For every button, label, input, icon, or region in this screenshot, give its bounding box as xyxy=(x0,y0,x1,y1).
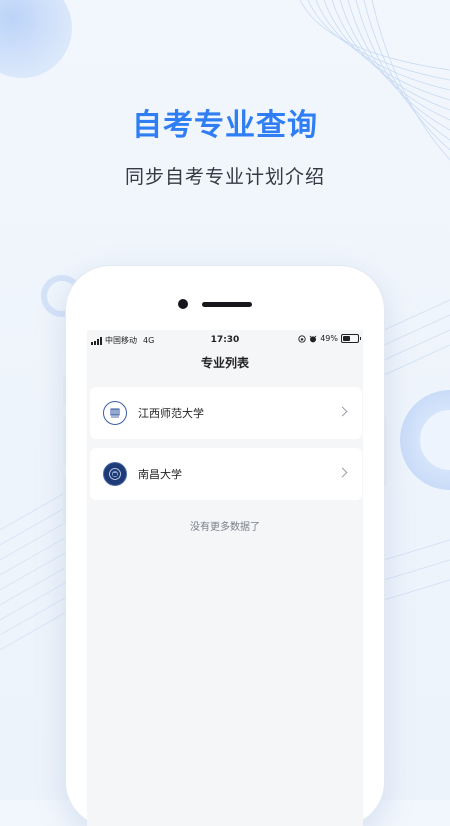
battery-level xyxy=(343,336,350,341)
page-title: 专业列表 xyxy=(200,356,249,370)
hero-subtitle: 同步自考专业计划介绍 xyxy=(124,166,325,188)
list-end-text: 没有更多数据了 xyxy=(190,522,260,533)
university-name: 江西师范大学 xyxy=(138,407,204,420)
phone-mockup: 中国移动 4G 17:30 49% 专业列表 江西师范大学 南昌大学 没有更多数… xyxy=(63,266,387,826)
phone-side-button xyxy=(63,376,66,406)
phone-power-button xyxy=(384,416,387,486)
phone-side-button xyxy=(63,416,66,466)
app-screen: 中国移动 4G 17:30 49% 专业列表 江西师范大学 南昌大学 没有更多数… xyxy=(87,330,363,826)
battery-percent: 49% xyxy=(320,334,338,343)
university-name: 南昌大学 xyxy=(138,468,182,481)
status-bar: 中国移动 4G 17:30 49% xyxy=(87,330,363,350)
jxnu-logo-icon xyxy=(103,401,127,425)
chevron-right-icon xyxy=(337,467,348,478)
list-item-university[interactable]: 南昌大学 xyxy=(90,448,362,500)
earpiece-speaker xyxy=(202,302,252,307)
chevron-right-icon xyxy=(337,406,348,417)
alarm-icon xyxy=(309,335,317,342)
lock-rotation-icon xyxy=(298,334,306,343)
status-right: 49% xyxy=(298,334,361,343)
ncu-logo-icon xyxy=(103,462,127,486)
battery-icon xyxy=(341,334,361,343)
front-camera xyxy=(178,299,188,309)
phone-side-button xyxy=(63,476,66,526)
hero-title: 自考专业查询 xyxy=(132,108,318,143)
list-item-university[interactable]: 江西师范大学 xyxy=(90,387,362,439)
